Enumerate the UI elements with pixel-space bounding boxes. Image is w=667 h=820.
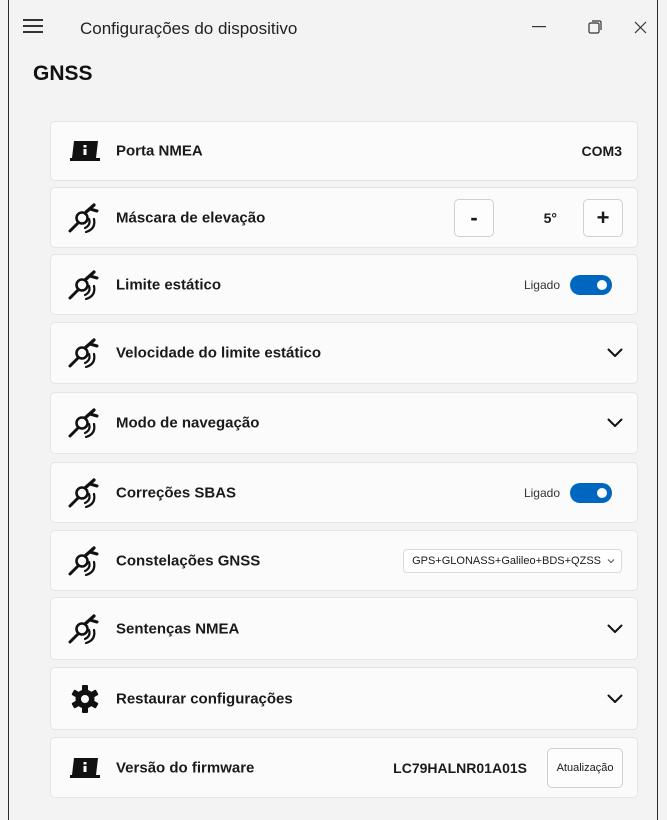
satellite-icon	[68, 408, 102, 438]
sbas-corrections-card: Correções SBAS Ligado	[50, 462, 638, 523]
maximize-button[interactable]	[575, 12, 615, 42]
chevron-down-icon	[607, 558, 615, 563]
nmea-port-card: Porta NMEA COM3	[50, 121, 638, 181]
elevation-mask-value: 5°	[543, 209, 557, 226]
firmware-version-card: Versão do firmware LC79HALNR01A01S Atual…	[50, 737, 638, 798]
sbas-toggle-group: Ligado	[523, 482, 612, 503]
gnss-constellations-label: Constelações GNSS	[116, 552, 261, 569]
close-icon	[634, 21, 646, 33]
firmware-update-button[interactable]: Atualização	[547, 747, 623, 788]
minimize-icon	[532, 26, 546, 28]
firmware-version-label: Versão do firmware	[116, 759, 255, 776]
title-bar: Configurações do dispositivo	[9, 0, 657, 48]
navigation-mode-label: Modo de navegação	[116, 414, 260, 432]
static-limit-card: Limite estático Ligado	[50, 254, 638, 315]
static-limit-label: Limite estático	[116, 276, 222, 293]
gnss-constellations-dropdown[interactable]: GPS+GLONASS+Galileo+BDS+QZSS	[403, 548, 622, 573]
elevation-increase-button[interactable]: +	[583, 198, 623, 237]
nmea-port-label: Porta NMEA	[116, 142, 203, 160]
nmea-sentences-label: Sentenças NMEA	[116, 620, 240, 637]
restore-icon	[588, 20, 602, 34]
page-title: GNSS	[33, 62, 93, 85]
firmware-version-value: LC79HALNR01A01S	[393, 759, 527, 776]
static-limit-speed-card[interactable]: Velocidade do limite estático	[50, 322, 638, 384]
satellite-icon	[68, 546, 102, 576]
gnss-constellations-card: Constelações GNSS GPS+GLONASS+Galileo+BD…	[50, 530, 638, 591]
device-info-icon	[68, 136, 102, 166]
static-limit-toggle[interactable]	[570, 274, 612, 295]
nmea-sentences-card[interactable]: Sentenças NMEA	[50, 597, 638, 660]
satellite-icon	[68, 203, 102, 233]
minimize-button[interactable]	[519, 12, 559, 42]
satellite-icon	[68, 614, 102, 644]
sbas-toggle[interactable]	[570, 482, 612, 503]
settings-window: Configurações do dispositivo GNSS Porta …	[8, 0, 658, 820]
chevron-down-icon[interactable]	[607, 624, 623, 634]
gear-icon	[68, 684, 102, 714]
device-info-icon	[68, 753, 102, 783]
sbas-state-label: Ligado	[523, 485, 560, 500]
static-limit-speed-label: Velocidade do limite estático	[116, 344, 322, 362]
window-title: Configurações do dispositivo	[80, 19, 298, 38]
navigation-mode-card[interactable]: Modo de navegação	[50, 392, 638, 454]
elevation-decrease-button[interactable]: -	[454, 198, 494, 237]
satellite-icon	[68, 338, 102, 368]
sbas-corrections-label: Correções SBAS	[116, 484, 237, 501]
elevation-mask-label: Máscara de elevação	[116, 209, 266, 226]
satellite-icon	[68, 478, 102, 508]
static-limit-state-label: Ligado	[523, 277, 560, 292]
chevron-down-icon[interactable]	[607, 694, 623, 704]
restore-settings-label: Restaurar configurações	[116, 690, 293, 707]
chevron-down-icon[interactable]	[607, 418, 623, 428]
chevron-down-icon[interactable]	[607, 348, 623, 358]
hamburger-menu-icon[interactable]	[23, 19, 43, 33]
close-button[interactable]	[620, 12, 660, 42]
static-limit-toggle-group: Ligado	[523, 274, 612, 295]
nmea-port-value: COM3	[581, 143, 622, 159]
elevation-mask-card: Máscara de elevação - 5° +	[50, 187, 638, 248]
restore-settings-card[interactable]: Restaurar configurações	[50, 667, 638, 730]
gnss-constellations-selected: GPS+GLONASS+Galileo+BDS+QZSS	[412, 554, 601, 567]
satellite-icon	[68, 270, 102, 300]
